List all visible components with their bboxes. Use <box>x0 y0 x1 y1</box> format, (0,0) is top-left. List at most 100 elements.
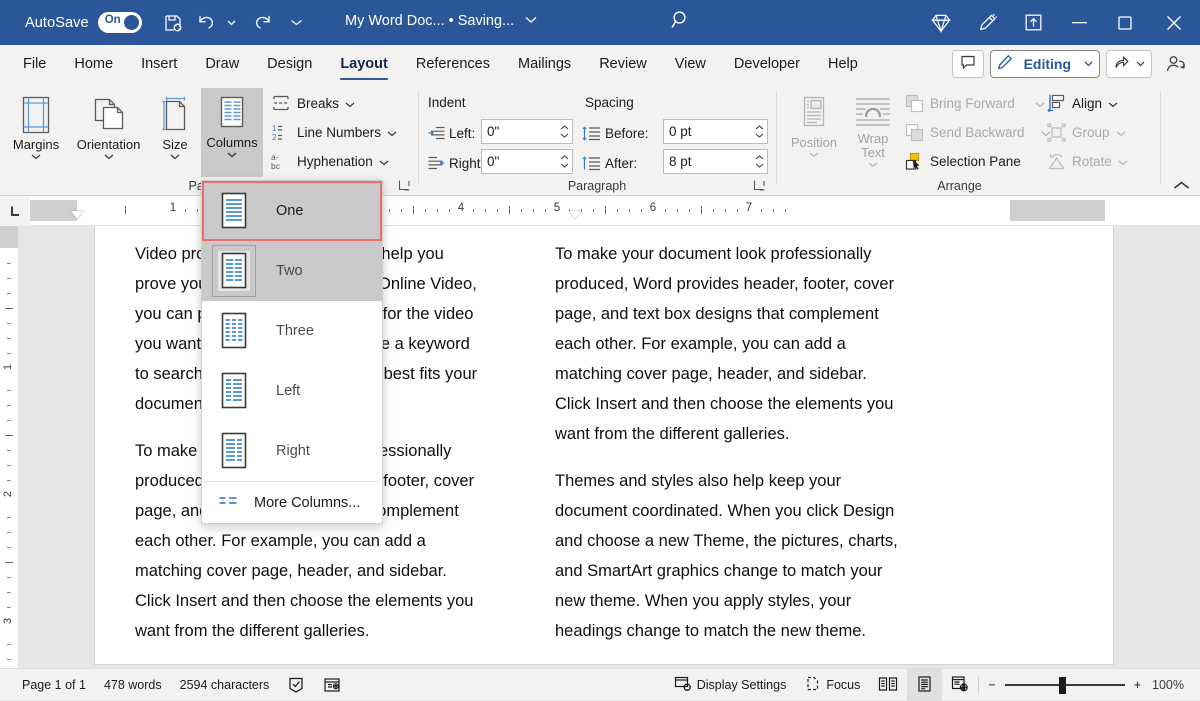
share-chevron-down-icon[interactable] <box>1136 59 1145 70</box>
spacing-before-input[interactable]: 0 pt <box>663 119 768 144</box>
tab-design[interactable]: Design <box>253 45 326 83</box>
accessibility-icon[interactable] <box>314 669 350 701</box>
vertical-ruler[interactable]: 1 2 3 <box>0 226 18 668</box>
designer-pen-icon[interactable] <box>964 0 1010 45</box>
customize-quick-access-icon[interactable] <box>286 8 308 38</box>
search-icon[interactable] <box>669 8 694 38</box>
orientation-chevron-down-icon[interactable] <box>104 152 114 163</box>
hyphenation-item[interactable]: a- bc Hyphenation <box>271 148 389 174</box>
margins-button[interactable]: Margins <box>5 88 67 170</box>
group-chevron-down-icon[interactable] <box>1116 125 1126 140</box>
columns-menu-item-left[interactable]: Left <box>202 361 382 421</box>
close-button[interactable] <box>1148 0 1200 45</box>
focus-button[interactable]: Focus <box>795 669 869 701</box>
status-word-count[interactable]: 478 words <box>95 669 171 701</box>
people-share-icon[interactable] <box>1158 53 1194 75</box>
document-column-right[interactable]: To make your document look professionall… <box>555 239 907 664</box>
proofing-check-icon[interactable] <box>278 669 314 701</box>
editing-mode-button[interactable]: Editing <box>990 50 1100 78</box>
bring-forward-item[interactable]: Bring Forward <box>905 90 1045 116</box>
columns-dropdown-menu[interactable]: One Two <box>201 180 383 524</box>
columns-menu-item-more[interactable]: More Columns... <box>202 482 382 524</box>
tab-view[interactable]: View <box>661 45 720 83</box>
margins-chevron-down-icon[interactable] <box>31 152 41 163</box>
zoom-out-button[interactable]: − <box>979 669 1004 701</box>
align-item[interactable]: Align <box>1047 90 1118 116</box>
tab-home[interactable]: Home <box>60 45 127 83</box>
tab-review[interactable]: Review <box>585 45 661 83</box>
hanging-indent-marker[interactable] <box>569 211 581 219</box>
indent-right-stepper[interactable] <box>560 150 569 173</box>
paragraph-dialog-launcher[interactable] <box>753 179 767 193</box>
group-item[interactable]: Group <box>1047 119 1126 145</box>
zoom-slider[interactable] <box>1005 669 1125 701</box>
align-chevron-down-icon[interactable] <box>1108 96 1118 111</box>
horizontal-ruler[interactable]: 1 2 3 4 5 6 7 <box>0 196 1200 226</box>
orientation-button[interactable]: Orientation <box>66 88 151 170</box>
zoom-level-button[interactable]: 100% <box>1150 678 1200 692</box>
send-backward-item[interactable]: Send Backward <box>905 119 1051 145</box>
comments-button[interactable] <box>952 50 984 78</box>
selection-pane-item[interactable]: Selection Pane <box>905 148 1021 174</box>
display-settings-button[interactable]: Display Settings <box>665 669 796 701</box>
left-indent-marker[interactable] <box>71 211 83 219</box>
save-icon[interactable] <box>156 8 190 38</box>
zoom-slider-handle[interactable] <box>1059 677 1066 694</box>
undo-chevron-down-icon[interactable] <box>224 8 240 38</box>
indent-left-input[interactable]: 0" <box>481 119 573 144</box>
share-button[interactable] <box>1106 50 1152 78</box>
indent-right-input[interactable]: 0" <box>481 149 573 174</box>
tab-stop-selector[interactable] <box>0 196 30 226</box>
autosave-toggle[interactable]: On <box>98 12 142 33</box>
columns-menu-item-one[interactable]: One <box>202 181 382 241</box>
position-chevron-down-icon[interactable] <box>809 150 819 161</box>
web-layout-button[interactable] <box>942 669 978 701</box>
position-button[interactable]: Position <box>783 88 845 170</box>
spacing-after-stepper[interactable] <box>755 150 764 173</box>
status-page-number[interactable]: Page 1 of 1 <box>13 669 95 701</box>
line-numbers-item[interactable]: 1 2 Line Numbers <box>271 119 397 145</box>
zoom-in-button[interactable]: + <box>1125 669 1150 701</box>
redo-icon[interactable] <box>246 8 280 38</box>
print-layout-button[interactable] <box>907 669 942 701</box>
tab-insert[interactable]: Insert <box>127 45 191 83</box>
spacing-after-input[interactable]: 8 pt <box>663 149 768 174</box>
document-title-chevron-down-icon[interactable] <box>525 12 537 28</box>
rotate-chevron-down-icon[interactable] <box>1118 154 1128 169</box>
bring-forward-chevron-down-icon[interactable] <box>1035 96 1045 111</box>
rotate-item[interactable]: Rotate <box>1047 148 1128 174</box>
tab-help[interactable]: Help <box>814 45 872 83</box>
size-chevron-down-icon[interactable] <box>170 152 180 163</box>
wrap-text-chevron-down-icon[interactable] <box>868 160 878 171</box>
columns-menu-item-three[interactable]: Three <box>202 301 382 361</box>
indent-left-stepper[interactable] <box>560 120 569 143</box>
tab-layout[interactable]: Layout <box>326 45 402 83</box>
wrap-text-button[interactable]: Wrap Text <box>845 88 901 170</box>
spacing-before-stepper[interactable] <box>755 120 764 143</box>
columns-menu-item-right[interactable]: Right <box>202 421 382 481</box>
share-upload-icon[interactable] <box>1010 0 1056 45</box>
tab-developer[interactable]: Developer <box>720 45 814 83</box>
undo-icon[interactable] <box>190 8 224 38</box>
copilot-diamond-icon[interactable] <box>918 0 964 45</box>
tab-draw[interactable]: Draw <box>191 45 253 83</box>
line-numbers-chevron-down-icon[interactable] <box>387 125 397 140</box>
size-button[interactable]: Size <box>153 88 197 170</box>
document-canvas[interactable]: Video provides a powerful way to help yo… <box>18 226 1200 668</box>
editing-chevron-down-icon[interactable] <box>1084 59 1093 70</box>
hyphenation-chevron-down-icon[interactable] <box>379 154 389 169</box>
tab-mailings[interactable]: Mailings <box>504 45 585 83</box>
breaks-item[interactable]: Breaks <box>271 90 355 116</box>
columns-chevron-down-icon[interactable] <box>227 150 237 161</box>
tab-references[interactable]: References <box>402 45 504 83</box>
status-character-count[interactable]: 2594 characters <box>171 669 279 701</box>
read-mode-button[interactable] <box>869 669 907 701</box>
maximize-button[interactable] <box>1102 0 1148 45</box>
collapse-ribbon-icon[interactable] <box>1173 178 1190 193</box>
document-title[interactable]: My Word Doc...•Saving... <box>345 12 537 29</box>
tab-file[interactable]: File <box>9 45 60 83</box>
columns-menu-item-two[interactable]: Two <box>202 241 382 301</box>
columns-button[interactable]: Columns <box>201 88 263 177</box>
breaks-chevron-down-icon[interactable] <box>345 96 355 111</box>
page-setup-dialog-launcher[interactable] <box>398 179 412 193</box>
